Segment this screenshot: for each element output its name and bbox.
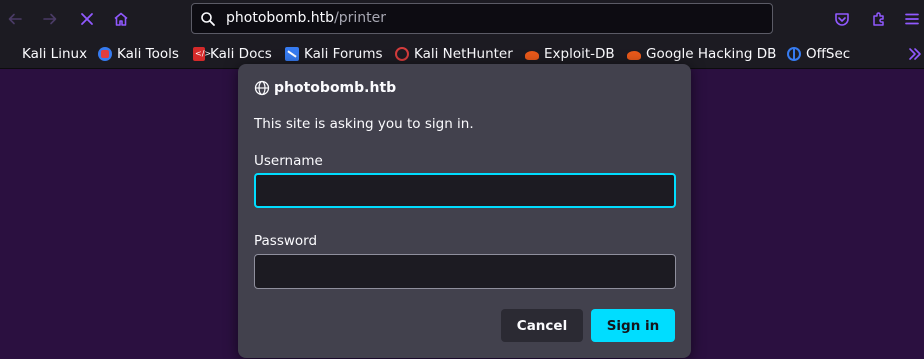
kali-forums-icon bbox=[285, 47, 299, 61]
auth-dialog: photobomb.htb This site is asking you to… bbox=[238, 64, 691, 358]
bookmark-label: Exploit-DB bbox=[544, 46, 615, 62]
home-button[interactable] bbox=[109, 7, 133, 31]
forward-button[interactable] bbox=[38, 7, 62, 31]
bookmark-label: Kali Linux bbox=[22, 46, 88, 62]
puzzle-icon bbox=[873, 12, 884, 26]
password-input[interactable] bbox=[254, 254, 676, 289]
hamburger-menu-icon bbox=[905, 13, 919, 25]
search-icon bbox=[201, 12, 215, 26]
kali-tools-icon bbox=[98, 47, 112, 61]
username-label: Username bbox=[254, 153, 323, 169]
dialog-host: photobomb.htb bbox=[274, 80, 397, 96]
url-text[interactable]: photobomb.htb/printer bbox=[226, 10, 386, 26]
bookmark-exploit-db[interactable]: Exploit-DB bbox=[525, 45, 615, 63]
bookmark-kali-tools[interactable]: Kali Tools bbox=[98, 45, 179, 63]
cancel-button[interactable]: Cancel bbox=[501, 309, 583, 342]
bookmark-label: OffSec bbox=[806, 46, 851, 62]
bookmark-label: Kali Forums bbox=[304, 46, 383, 62]
forward-arrow-icon bbox=[43, 13, 57, 25]
username-input[interactable] bbox=[254, 173, 676, 208]
offsec-icon bbox=[787, 47, 801, 61]
bookmark-label: Kali Tools bbox=[117, 46, 179, 62]
bookmark-kali-linux[interactable]: Kali Linux bbox=[22, 45, 87, 63]
kali-docs-icon: </> bbox=[193, 47, 211, 61]
exploit-db-icon bbox=[525, 51, 539, 60]
bookmark-offsec[interactable]: OffSec bbox=[787, 45, 850, 63]
bookmark-kali-docs[interactable]: </> Kali Docs bbox=[193, 45, 272, 63]
bookmark-kali-forums[interactable]: Kali Forums bbox=[285, 45, 383, 63]
stop-button[interactable] bbox=[75, 7, 99, 31]
bookmark-label: Google Hacking DB bbox=[646, 46, 777, 62]
bookmark-label: Kali Docs bbox=[210, 46, 272, 62]
exploit-db-icon bbox=[627, 51, 641, 60]
back-arrow-icon bbox=[8, 13, 22, 25]
bookmark-kali-nethunter[interactable]: Kali NetHunter bbox=[395, 45, 513, 63]
url-path: /printer bbox=[334, 10, 387, 26]
home-icon bbox=[114, 12, 128, 26]
menu-button[interactable] bbox=[900, 7, 924, 31]
pocket-icon bbox=[835, 13, 849, 26]
chevron-double-right-icon bbox=[909, 48, 921, 60]
kali-nethunter-icon bbox=[395, 47, 409, 61]
back-button[interactable] bbox=[3, 7, 27, 31]
browser-toolbar: photobomb.htb/printer bbox=[0, 0, 924, 38]
url-host: photobomb.htb bbox=[226, 10, 335, 26]
close-icon bbox=[81, 13, 93, 25]
bookmarks-overflow-button[interactable] bbox=[903, 42, 924, 66]
url-bar[interactable]: photobomb.htb/printer bbox=[191, 3, 773, 34]
password-label: Password bbox=[254, 233, 318, 249]
bookmark-google-hacking-db[interactable]: Google Hacking DB bbox=[627, 45, 776, 63]
sign-in-button[interactable]: Sign in bbox=[591, 309, 675, 342]
extensions-button[interactable] bbox=[867, 7, 891, 31]
dialog-message: This site is asking you to sign in. bbox=[254, 116, 474, 132]
bookmark-label: Kali NetHunter bbox=[414, 46, 513, 62]
globe-icon bbox=[254, 80, 270, 96]
pocket-button[interactable] bbox=[830, 7, 854, 31]
